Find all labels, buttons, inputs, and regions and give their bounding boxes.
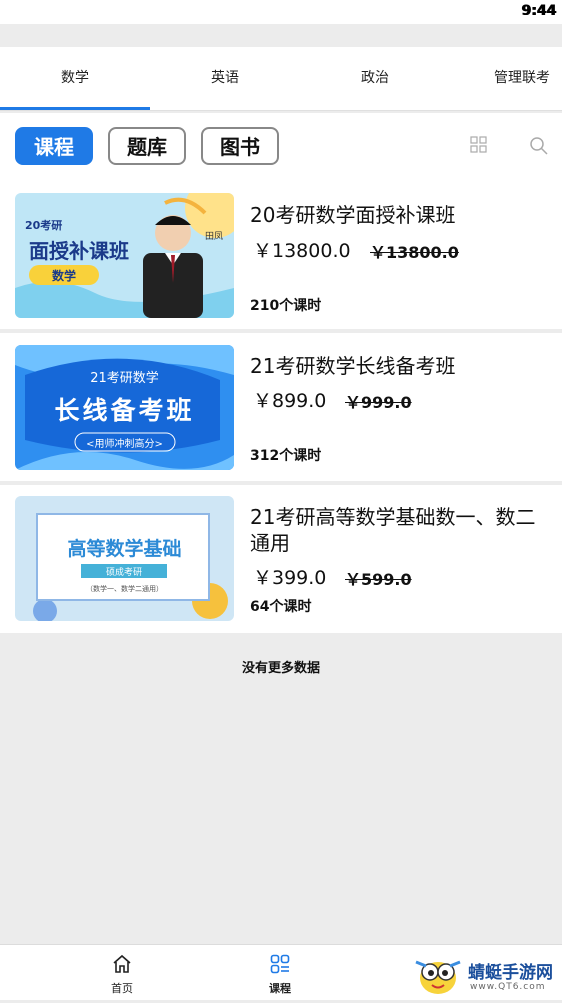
course-hours: 312个课时 xyxy=(250,448,322,464)
tab-english[interactable]: 英语 xyxy=(150,47,300,110)
course-title: 20考研数学面授补课班 xyxy=(250,203,456,227)
type-button-question-bank[interactable]: 题库 xyxy=(108,127,186,165)
nav-courses[interactable]: 课程 xyxy=(245,945,315,1000)
course-thumbnail: 20考研 面授补课班 数学 田凤 xyxy=(15,193,234,318)
course-hours: 210个课时 xyxy=(250,298,322,314)
thumb-badge: 数学 xyxy=(51,269,76,283)
course-card[interactable]: 20考研 面授补课班 数学 田凤 20考研数学面授补课班 ￥13800.0 ￥1… xyxy=(0,183,562,329)
watermark-name: 蜻蜓手游网 xyxy=(468,963,553,983)
status-bar: 9:44 xyxy=(0,0,562,24)
course-price: ￥13800.0 xyxy=(253,240,351,262)
home-icon xyxy=(113,954,131,973)
course-original-price: ￥999.0 xyxy=(345,393,412,412)
course-original-price: ￥599.0 xyxy=(345,570,412,589)
thumb-line1: 高等数学基础 xyxy=(67,538,182,560)
tab-math[interactable]: 数学 xyxy=(0,47,150,110)
course-card[interactable]: 高等数学基础 硕成考研 （数学一、数学二通用） 21考研高等数学基础数一、数二通… xyxy=(0,485,562,633)
thumb-line2: 硕成考研 xyxy=(105,568,142,578)
thumb-line3: <用师冲刺高分> xyxy=(86,439,163,450)
thumb-line3: （数学一、数学二通用） xyxy=(86,585,163,593)
course-thumbnail: 21考研数学 长线备考班 <用师冲刺高分> xyxy=(15,345,234,470)
thumb-line1: 21考研数学 xyxy=(90,371,159,386)
grid-view-icon[interactable] xyxy=(470,136,490,156)
type-button-courses[interactable]: 课程 xyxy=(15,127,93,165)
course-price: ￥899.0 xyxy=(253,390,327,412)
thumb-corner: 田凤 xyxy=(205,232,224,242)
no-more-data-text: 没有更多数据 xyxy=(241,661,320,676)
thumb-line1: 20考研 xyxy=(25,219,63,232)
type-button-books[interactable]: 图书 xyxy=(201,127,279,165)
header-gap xyxy=(0,24,562,47)
course-original-price: ￥13800.0 xyxy=(370,243,459,262)
dragonfly-logo-icon xyxy=(415,960,461,994)
tab-politics[interactable]: 政治 xyxy=(300,47,450,110)
course-thumbnail: 高等数学基础 硕成考研 （数学一、数学二通用） xyxy=(15,496,234,621)
thumb-line2: 长线备考班 xyxy=(54,396,195,425)
nav-courses-label: 课程 xyxy=(269,982,291,995)
nav-home[interactable]: 首页 xyxy=(87,945,157,1000)
course-hours: 64个课时 xyxy=(250,599,312,615)
status-time: 9:44 xyxy=(521,3,556,19)
watermark: 蜻蜓手游网 www.QT6.com xyxy=(410,950,562,999)
nav-home-label: 首页 xyxy=(111,982,133,995)
course-card[interactable]: 21考研数学 长线备考班 <用师冲刺高分> 21考研数学长线备考班 ￥899.0… xyxy=(0,333,562,481)
watermark-url: www.QT6.com xyxy=(470,982,546,992)
course-title: 21考研数学长线备考班 xyxy=(250,354,456,378)
course-grid-icon xyxy=(270,954,290,974)
subject-tab-bar: 数学 英语 政治 管理联考 xyxy=(0,47,562,111)
search-icon[interactable] xyxy=(529,136,549,156)
course-title: 21考研高等数学基础数一、数二通用 xyxy=(250,505,536,555)
course-price: ￥399.0 xyxy=(253,567,327,589)
thumb-line2: 面授补课班 xyxy=(29,239,129,263)
tab-management[interactable]: 管理联考 xyxy=(450,47,562,110)
